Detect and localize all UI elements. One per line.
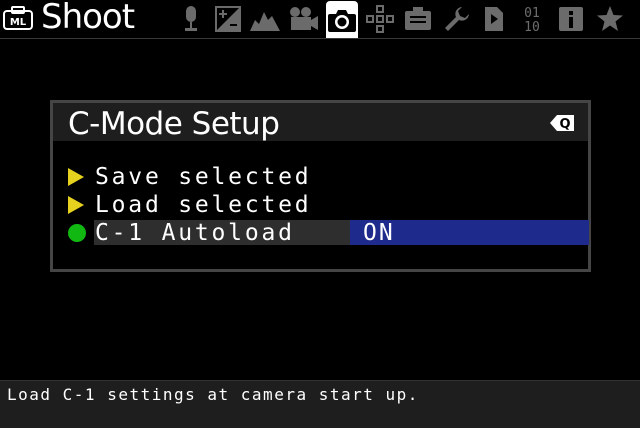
help-text: Load C-1 settings at camera start up.	[7, 385, 419, 404]
yellow-triangle-icon	[68, 196, 84, 214]
menu-item-c1-autoload[interactable]: C-1 Autoload ON	[67, 220, 589, 246]
menu-item-value[interactable]: ON	[363, 220, 395, 246]
menu-item-label: Load selected	[95, 192, 312, 218]
green-dot-icon	[68, 224, 86, 242]
c-mode-setup-dialog: C-Mode Setup Q Save selected Load select…	[50, 100, 591, 272]
logo-text: ML	[10, 17, 27, 28]
svg-text:01: 01	[524, 6, 540, 21]
tab-movie-icon[interactable]	[287, 2, 319, 36]
help-status-bar: Load C-1 settings at camera start up.	[0, 380, 640, 428]
menu-title: Shoot	[41, 0, 135, 37]
tab-display-icon[interactable]	[402, 2, 434, 36]
tab-overlay-histogram-icon[interactable]	[249, 2, 281, 36]
tab-prefs-wrench-icon[interactable]	[441, 2, 473, 36]
q-button-icon[interactable]: Q	[550, 114, 574, 136]
q-label: Q	[559, 117, 570, 132]
magic-lantern-logo-icon: ML	[3, 6, 33, 30]
tab-focus-icon[interactable]	[364, 2, 396, 36]
menu-item-load-selected[interactable]: Load selected	[67, 192, 589, 218]
tab-debug-binary-icon[interactable]: 01 10	[516, 2, 548, 36]
tab-scripts-icon[interactable]	[478, 2, 510, 36]
menu-item-label: C-1 Autoload	[95, 220, 295, 246]
tab-expo-icon[interactable]	[212, 2, 244, 36]
tab-audio-icon[interactable]	[175, 2, 207, 36]
menu-item-save-selected[interactable]: Save selected	[67, 164, 589, 190]
top-menu-bar: ML Shoot 01 10	[0, 0, 640, 39]
tab-favorites-star-icon[interactable]	[594, 2, 626, 36]
tab-shoot-camera-icon[interactable]	[326, 1, 358, 38]
yellow-triangle-icon	[68, 168, 84, 186]
svg-text:10: 10	[524, 20, 540, 34]
tab-info-icon[interactable]	[555, 2, 587, 36]
dialog-header: C-Mode Setup Q	[53, 103, 588, 142]
dialog-title: C-Mode Setup	[68, 106, 280, 142]
menu-item-label: Save selected	[95, 164, 312, 190]
